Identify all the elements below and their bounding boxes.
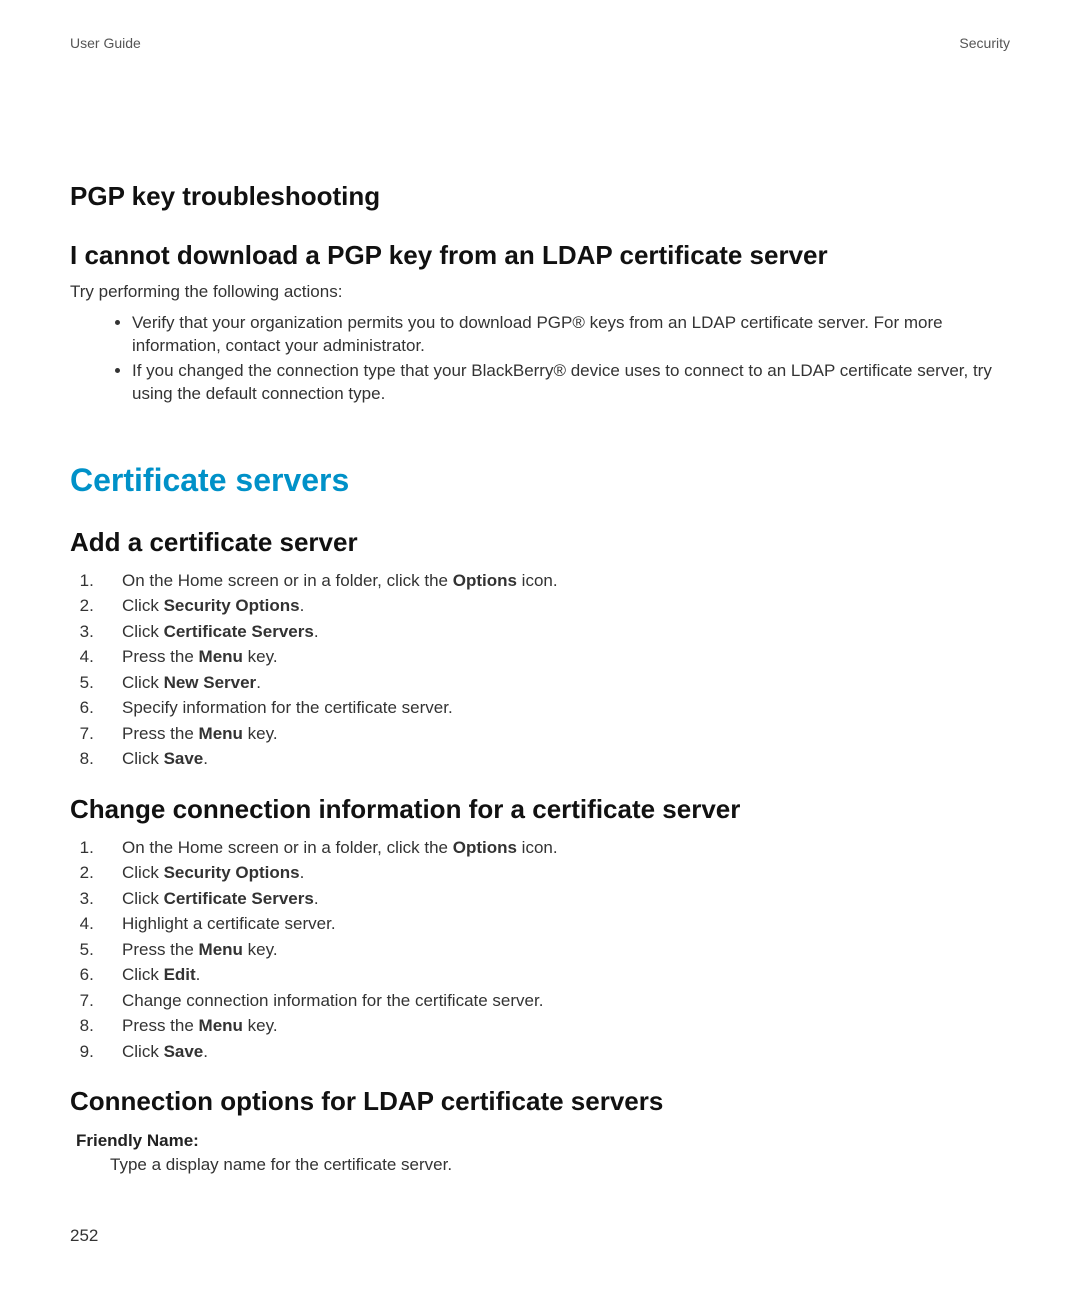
page: User Guide Security PGP key troubleshoot… (0, 0, 1080, 1296)
step-bold-term: Certificate Servers (164, 622, 314, 641)
step-item: On the Home screen or in a folder, click… (108, 835, 1010, 861)
option-term: Friendly Name: (76, 1131, 1010, 1151)
header-right: Security (959, 35, 1010, 51)
step-bold-term: Menu (199, 724, 243, 743)
heading-add-server: Add a certificate server (70, 527, 1010, 558)
troubleshoot-bullets: Verify that your organization permits yo… (70, 312, 1010, 406)
bullet-item: If you changed the connection type that … (132, 360, 1010, 406)
step-bold-term: New Server (164, 673, 257, 692)
intro-text: Try performing the following actions: (70, 281, 1010, 304)
step-bold-term: Options (453, 571, 517, 590)
step-bold-term: Edit (164, 965, 196, 984)
step-bold-term: Save (164, 1042, 204, 1061)
step-bold-term: Options (453, 838, 517, 857)
step-item: Highlight a certificate server. (108, 911, 1010, 937)
step-item: Press the Menu key. (108, 721, 1010, 747)
change-connection-steps: On the Home screen or in a folder, click… (70, 835, 1010, 1065)
heading-certificate-servers: Certificate servers (70, 462, 1010, 499)
step-bold-term: Menu (199, 1016, 243, 1035)
step-item: Click Security Options. (108, 593, 1010, 619)
step-item: Specify information for the certificate … (108, 695, 1010, 721)
heading-pgp-troubleshooting: PGP key troubleshooting (70, 181, 1010, 212)
add-server-steps: On the Home screen or in a folder, click… (70, 568, 1010, 772)
page-header: User Guide Security (70, 35, 1010, 51)
heading-change-connection: Change connection information for a cert… (70, 794, 1010, 825)
step-item: Press the Menu key. (108, 644, 1010, 670)
step-item: On the Home screen or in a folder, click… (108, 568, 1010, 594)
step-item: Change connection information for the ce… (108, 988, 1010, 1014)
bullet-item: Verify that your organization permits yo… (132, 312, 1010, 358)
step-bold-term: Security Options (164, 596, 300, 615)
step-bold-term: Save (164, 749, 204, 768)
step-bold-term: Security Options (164, 863, 300, 882)
step-item: Click Certificate Servers. (108, 619, 1010, 645)
step-item: Press the Menu key. (108, 937, 1010, 963)
header-left: User Guide (70, 35, 141, 51)
step-item: Click New Server. (108, 670, 1010, 696)
step-item: Click Save. (108, 1039, 1010, 1065)
step-bold-term: Menu (199, 647, 243, 666)
step-item: Press the Menu key. (108, 1013, 1010, 1039)
option-definition: Type a display name for the certificate … (110, 1155, 1010, 1175)
step-item: Click Security Options. (108, 860, 1010, 886)
step-bold-term: Certificate Servers (164, 889, 314, 908)
page-number: 252 (70, 1226, 98, 1246)
step-item: Click Certificate Servers. (108, 886, 1010, 912)
step-item: Click Save. (108, 746, 1010, 772)
heading-cannot-download: I cannot download a PGP key from an LDAP… (70, 240, 1010, 271)
step-item: Click Edit. (108, 962, 1010, 988)
heading-ldap-options: Connection options for LDAP certificate … (70, 1086, 1010, 1117)
step-bold-term: Menu (199, 940, 243, 959)
